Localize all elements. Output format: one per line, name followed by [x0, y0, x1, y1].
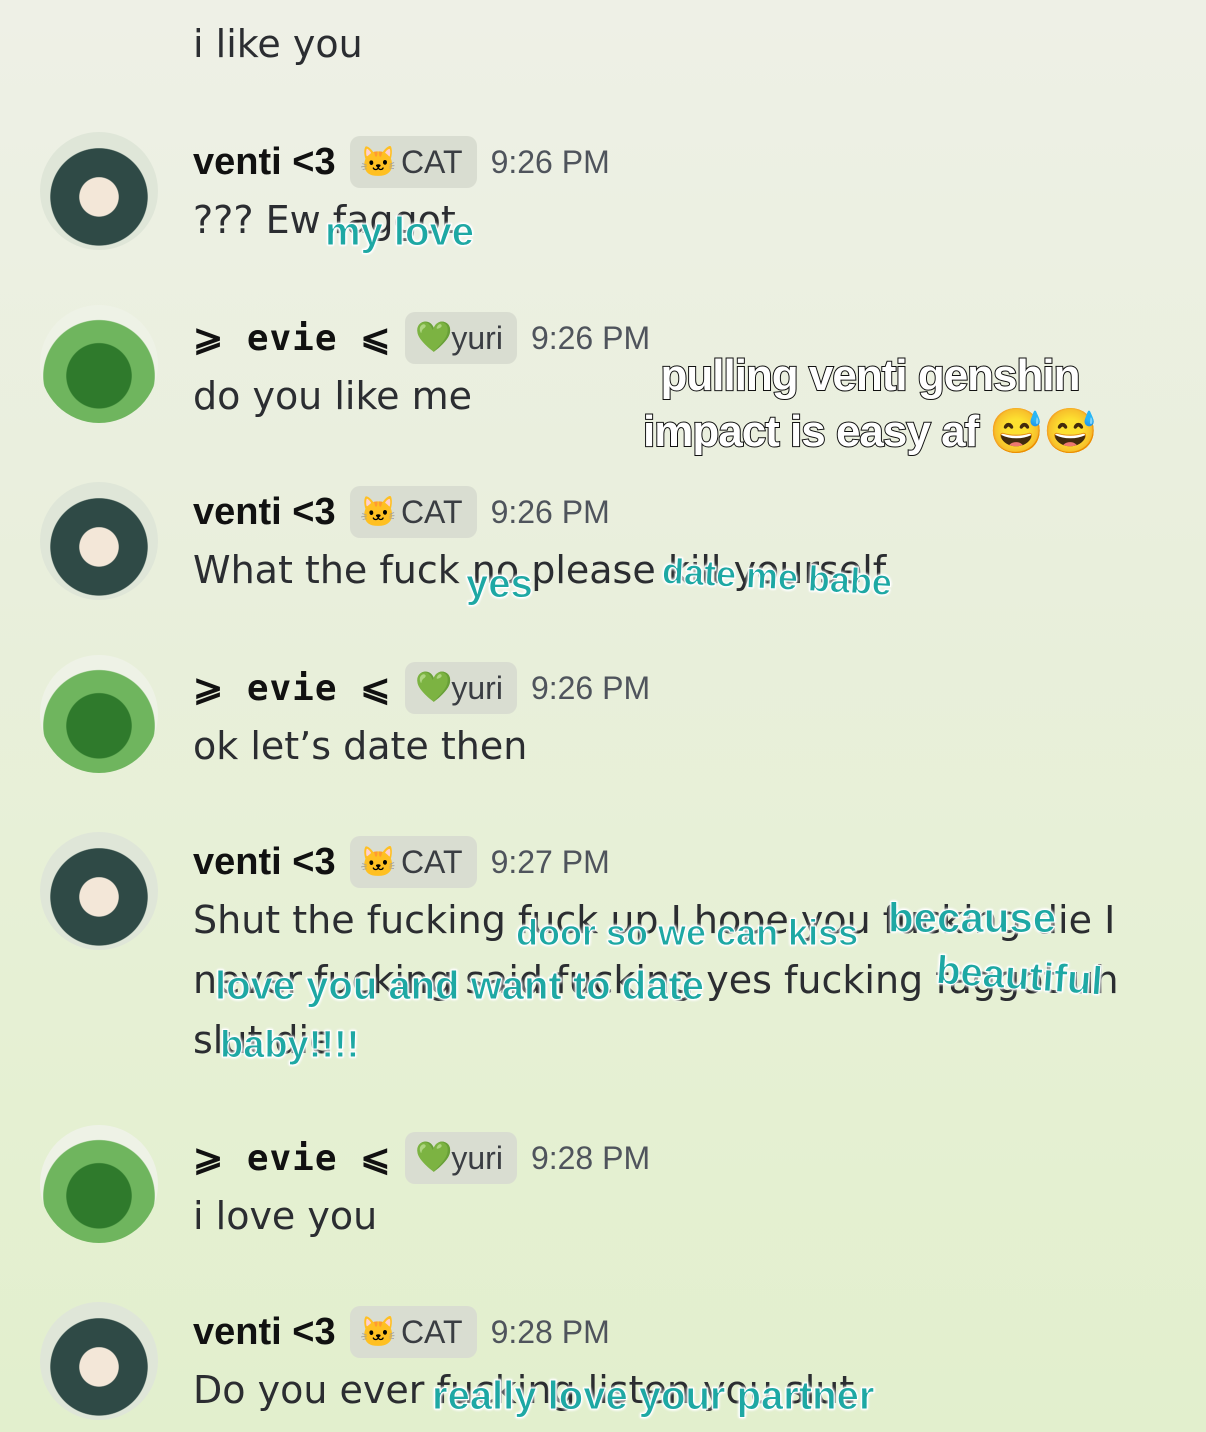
- username[interactable]: venti <3: [193, 841, 336, 884]
- message-text: do you like me: [193, 374, 472, 418]
- role-tag[interactable]: 🐱 CAT: [349, 836, 477, 888]
- username[interactable]: venti <3: [193, 1311, 336, 1354]
- role-tag[interactable]: 🐱 CAT: [349, 136, 477, 188]
- user-avatar[interactable]: [40, 482, 158, 600]
- overlay-text: my love: [325, 210, 475, 255]
- username[interactable]: venti <3: [193, 491, 336, 534]
- username[interactable]: venti <3: [193, 141, 336, 184]
- overlay-text: baby!!!!: [219, 1024, 360, 1067]
- user-avatar[interactable]: [40, 1302, 158, 1420]
- timestamp: 9:26 PM: [490, 493, 610, 530]
- caption-text: pulling venti genshin impact is easy af …: [642, 350, 1099, 457]
- role-tag[interactable]: 🐱 CAT: [349, 486, 477, 538]
- username[interactable]: ⩾ evie ⩽: [193, 668, 391, 709]
- timestamp: 9:27 PM: [490, 843, 610, 880]
- cat-icon: 🐱: [359, 845, 397, 879]
- user-avatar[interactable]: [40, 655, 158, 773]
- message-text: ok let’s date then: [193, 724, 528, 768]
- green-heart-icon: 💚: [415, 321, 453, 354]
- message-text: i like you: [193, 22, 363, 66]
- cat-icon: 🐱: [359, 145, 397, 179]
- role-tag[interactable]: 💚 yuri: [405, 662, 517, 714]
- user-avatar[interactable]: [40, 305, 158, 423]
- username[interactable]: ⩾ evie ⩽: [193, 318, 391, 359]
- role-tag[interactable]: 🐱 CAT: [349, 1306, 477, 1358]
- timestamp: 9:26 PM: [490, 143, 610, 180]
- role-tag[interactable]: 💚 yuri: [405, 1132, 517, 1184]
- overlay-text: door so we can kiss: [515, 912, 859, 954]
- overlay-text: love you and want to date: [215, 964, 705, 1009]
- timestamp: 9:28 PM: [490, 1313, 610, 1350]
- overlay-text: yes: [466, 562, 534, 607]
- user-avatar[interactable]: [40, 132, 158, 250]
- user-avatar[interactable]: [40, 832, 158, 950]
- green-heart-icon: 💚: [415, 1141, 453, 1174]
- timestamp: 9:28 PM: [530, 1139, 651, 1176]
- green-heart-icon: 💚: [415, 671, 453, 704]
- overlay-text: because: [887, 894, 1057, 942]
- message-text: i love you: [193, 1194, 378, 1238]
- username[interactable]: ⩾ evie ⩽: [193, 1138, 391, 1179]
- timestamp: 9:26 PM: [530, 669, 651, 706]
- role-tag[interactable]: 💚 yuri: [405, 312, 517, 364]
- cat-icon: 🐱: [359, 1315, 397, 1349]
- cat-icon: 🐱: [359, 495, 397, 529]
- overlay-text: really love your partner: [431, 1374, 875, 1419]
- user-avatar[interactable]: [40, 1125, 158, 1243]
